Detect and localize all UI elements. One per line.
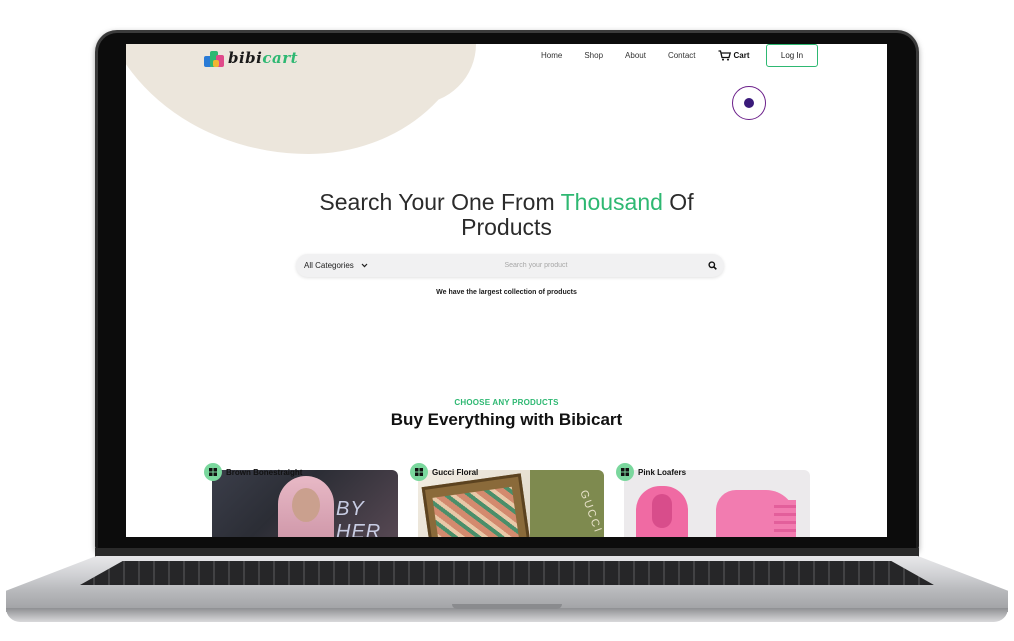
section-heading: Buy Everything with Bibicart (390, 410, 623, 429)
brand-name-part1: bibi (228, 49, 263, 67)
product-card-title: Brown Bonestraight (226, 467, 303, 477)
section-eyebrow: CHOOSE ANY PRODUCTS (454, 398, 559, 407)
search-icon (707, 261, 717, 270)
cart-link[interactable]: Cart (718, 50, 750, 61)
product-card-label[interactable]: Brown Bonestraight (204, 463, 302, 481)
hero-title: Search Your One From Thousand Of Product… (126, 190, 887, 240)
hero-title-line2: Products (461, 214, 552, 240)
nav-shop[interactable]: Shop (584, 51, 603, 60)
product-card-label[interactable]: Gucci Floral (410, 463, 478, 481)
search-input[interactable] (372, 262, 700, 269)
product-card-title: Pink Loafers (638, 467, 687, 477)
product-card-title: Gucci Floral (432, 467, 479, 477)
top-nav: Home Shop About Contact Cart (541, 50, 750, 61)
cart-icon (718, 50, 731, 61)
cursor-indicator (732, 86, 766, 120)
grid-icon (410, 463, 428, 481)
grid-icon (204, 463, 222, 481)
hero-title-before: Search Your One From (319, 189, 561, 215)
laptop-notch (452, 604, 562, 609)
nav-contact[interactable]: Contact (668, 51, 696, 60)
laptop-mockup: bibicart Home Shop About Contact Cart Lo… (0, 0, 1014, 641)
chevron-down-icon (361, 263, 368, 268)
nav-home[interactable]: Home (541, 51, 562, 60)
product-card-label[interactable]: Pink Loafers (616, 463, 686, 481)
browser-screen: bibicart Home Shop About Contact Cart Lo… (126, 44, 887, 537)
brand-name-part2: cart (262, 49, 299, 67)
brand-logo[interactable]: bibicart (204, 48, 298, 68)
nav-about[interactable]: About (625, 51, 646, 60)
category-select[interactable]: All Categories (296, 261, 372, 270)
login-button[interactable]: Log In (766, 44, 818, 67)
hero-title-accent: Thousand (560, 189, 663, 215)
hero-subtitle: We have the largest collection of produc… (436, 289, 577, 296)
laptop-keyboard (80, 561, 934, 585)
grid-icon (616, 463, 634, 481)
cursor-dot (744, 98, 754, 108)
laptop-base-bottom (6, 608, 1008, 622)
category-select-value: All Categories (304, 261, 354, 270)
hero-title-after: Of (662, 189, 694, 215)
shopping-bags-icon (204, 49, 226, 67)
cart-label: Cart (733, 51, 750, 60)
search-bar: All Categories (296, 254, 724, 277)
search-button[interactable] (700, 261, 724, 270)
